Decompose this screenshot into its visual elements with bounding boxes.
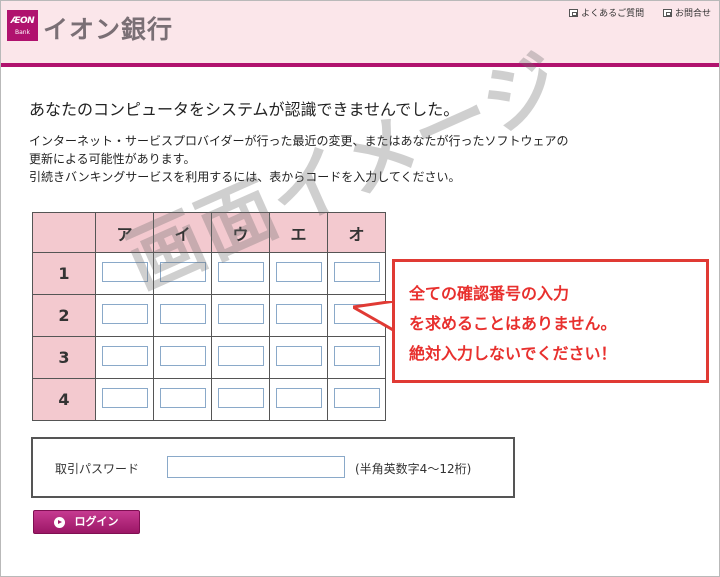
logo-mark-text: ÆON: [10, 16, 35, 26]
grid-code-input[interactable]: [275, 303, 322, 324]
message-text: インターネット・サービスプロバイダーが行った最近の変更、またはあなたが行ったソフ…: [29, 132, 569, 186]
grid-column-header: ウ: [211, 212, 270, 253]
grid-cell: [95, 336, 154, 379]
grid-row-header: 4: [32, 378, 96, 421]
window-icon: [569, 9, 579, 17]
grid-cell: [327, 252, 386, 295]
logo-text: イオン銀行: [43, 15, 174, 44]
grid-code-input[interactable]: [275, 261, 322, 282]
grid-column-header: オ: [327, 212, 386, 253]
grid-cell: [269, 336, 328, 379]
page-title: あなたのコンピュータをシステムが認識できませんでした。: [29, 100, 460, 119]
play-circle-icon: [54, 517, 65, 528]
grid-code-input[interactable]: [275, 387, 322, 408]
callout-line: を求めることはありません。: [409, 314, 617, 333]
grid-code-input[interactable]: [217, 261, 264, 282]
aeon-logo-mark: ÆON Bank: [7, 10, 38, 41]
header: ÆON Bank イオン銀行 よくあるご質問 お問合せ: [1, 1, 719, 67]
warning-callout: 全ての確認番号の入力 を求めることはありません。 絶対入力しないでください！: [392, 259, 709, 383]
login-button[interactable]: ログイン: [33, 510, 140, 534]
password-input[interactable]: [167, 456, 345, 478]
grid-column-header: エ: [269, 212, 328, 253]
grid-row-header: 1: [32, 252, 96, 295]
grid-cell: [327, 336, 386, 379]
grid-corner: [32, 212, 96, 253]
grid-cell: [269, 252, 328, 295]
grid-code-input[interactable]: [217, 303, 264, 324]
password-box: 取引パスワード (半角英数字4〜12桁): [31, 437, 515, 498]
password-label: 取引パスワード: [55, 462, 140, 476]
grid-code-input[interactable]: [275, 345, 322, 366]
grid-code-input[interactable]: [101, 303, 148, 324]
grid-code-input[interactable]: [101, 345, 148, 366]
faq-link-label: よくあるご質問: [581, 9, 645, 19]
grid-column-header: ア: [95, 212, 154, 253]
grid-cell: [153, 252, 212, 295]
grid-cell: [95, 378, 154, 421]
grid-code-input[interactable]: [217, 387, 264, 408]
grid-code-input[interactable]: [333, 261, 380, 282]
contact-link[interactable]: お問合せ: [662, 6, 711, 19]
grid-code-input[interactable]: [217, 345, 264, 366]
grid-row-header: 3: [32, 336, 96, 379]
grid-cell: [269, 294, 328, 337]
grid-column-header: イ: [153, 212, 212, 253]
grid-cell: [95, 294, 154, 337]
grid-row-header: 2: [32, 294, 96, 337]
grid-code-input[interactable]: [101, 261, 148, 282]
grid-cell: [211, 336, 270, 379]
grid-cell: [153, 294, 212, 337]
grid-code-input[interactable]: [159, 303, 206, 324]
window-icon: [662, 9, 672, 17]
grid-cell: [211, 378, 270, 421]
grid-cell: [211, 294, 270, 337]
password-hint: (半角英数字4〜12桁): [355, 462, 472, 476]
faq-link[interactable]: よくあるご質問: [569, 6, 644, 19]
grid-cell: [211, 252, 270, 295]
grid-code-input[interactable]: [159, 345, 206, 366]
grid-code-input[interactable]: [159, 387, 206, 408]
callout-line: 絶対入力しないでください！: [409, 344, 617, 363]
grid-code-input[interactable]: [333, 345, 380, 366]
grid-code-input[interactable]: [159, 261, 206, 282]
callout-pointer: [353, 301, 397, 334]
login-button-label: ログイン: [74, 515, 119, 528]
message-line: 引続きバンキングサービスを利用するには、表からコードを入力してください。: [29, 170, 461, 184]
top-links: よくあるご質問 お問合せ: [553, 6, 711, 19]
grid-code-input[interactable]: [101, 387, 148, 408]
callout-line: 全ての確認番号の入力: [409, 284, 570, 303]
grid-cell: [327, 378, 386, 421]
grid-code-input[interactable]: [333, 387, 380, 408]
grid-cell: [153, 336, 212, 379]
message-line: 更新による可能性があります。: [29, 152, 196, 166]
logo-mark-subtext: Bank: [14, 29, 31, 36]
message-line: インターネット・サービスプロバイダーが行った最近の変更、またはあなたが行ったソフ…: [29, 134, 569, 148]
grid-cell: [269, 378, 328, 421]
grid-cell: [153, 378, 212, 421]
contact-link-label: お問合せ: [674, 9, 711, 19]
grid-cell: [95, 252, 154, 295]
code-grid: ア イ ウ エ オ 1 2 3 4: [32, 212, 386, 421]
